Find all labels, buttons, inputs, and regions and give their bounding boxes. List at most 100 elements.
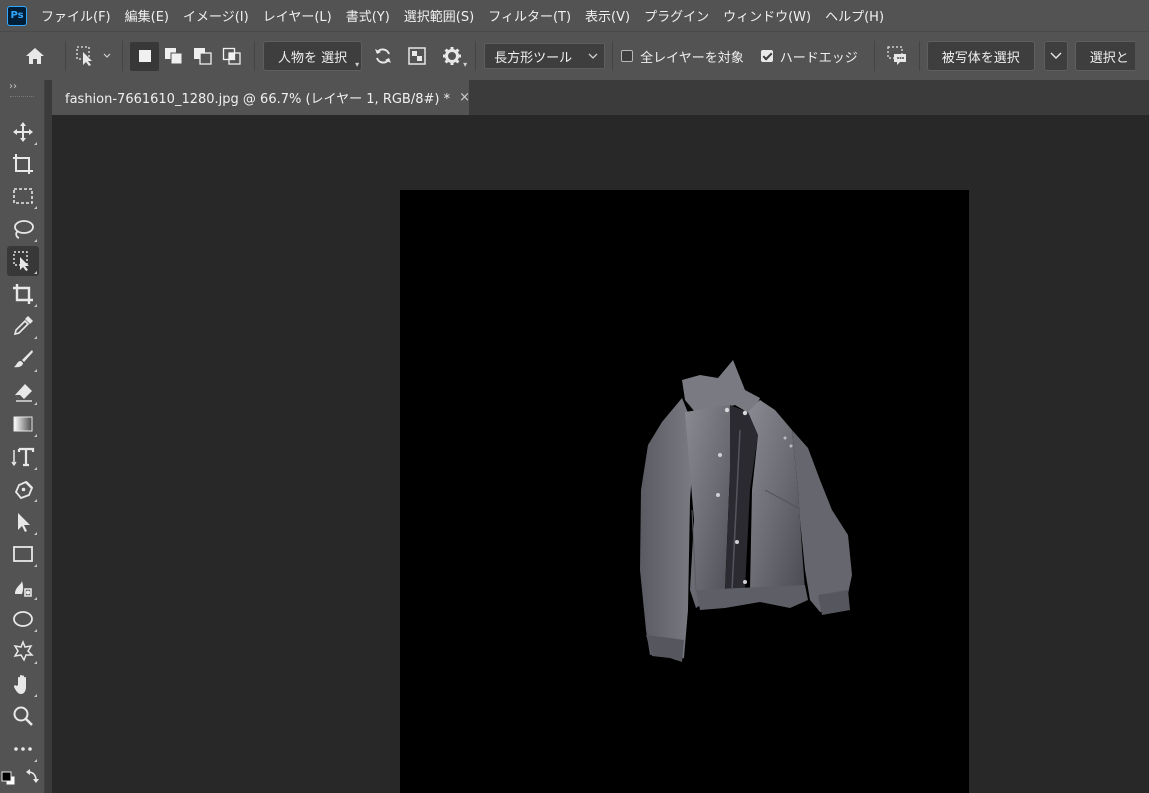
new-selection-button[interactable] bbox=[130, 41, 159, 71]
divider bbox=[65, 41, 66, 71]
pen-tool[interactable] bbox=[7, 474, 39, 504]
select-subject-button[interactable]: 被写体を選択 bbox=[926, 41, 1035, 71]
hard-edge-checkbox[interactable]: ハードエッジ bbox=[760, 47, 858, 66]
object-selection-icon bbox=[13, 251, 29, 271]
object-selection-tool[interactable] bbox=[7, 246, 39, 276]
tool-flyout-indicator bbox=[34, 434, 37, 437]
object-finder-overlay-button[interactable] bbox=[400, 41, 434, 71]
refresh-button[interactable] bbox=[366, 41, 400, 71]
tool-preset-picker[interactable] bbox=[71, 41, 117, 71]
paint-bucket-tool[interactable] bbox=[7, 572, 39, 602]
tool-flyout-indicator bbox=[34, 694, 37, 697]
path-selection-tool[interactable] bbox=[7, 507, 39, 537]
tool-flyout-indicator bbox=[34, 661, 37, 664]
tool-flyout-indicator bbox=[34, 564, 37, 567]
crop-tool[interactable] bbox=[7, 279, 39, 309]
rectangle-icon bbox=[13, 546, 33, 562]
tool-flyout-indicator bbox=[34, 467, 37, 470]
select-subject-dropdown[interactable] bbox=[1043, 41, 1068, 71]
chevron-down-icon: ▾ bbox=[355, 60, 360, 69]
hard-edge-box[interactable] bbox=[760, 50, 773, 62]
menu-type[interactable]: 書式(Y) bbox=[346, 6, 390, 25]
ellipse-tool[interactable] bbox=[7, 604, 39, 634]
document-tab[interactable]: fashion-7661610_1280.jpg @ 66.7% (レイヤー 1… bbox=[52, 80, 470, 115]
brush-icon bbox=[14, 350, 33, 368]
subtract-from-selection-button[interactable] bbox=[188, 42, 217, 71]
eraser-tool[interactable] bbox=[7, 377, 39, 407]
home-button[interactable] bbox=[10, 41, 60, 71]
move-icon bbox=[13, 122, 33, 142]
lasso-icon bbox=[14, 220, 34, 239]
type-tool[interactable] bbox=[7, 442, 39, 472]
menu-help[interactable]: ヘルプ(H) bbox=[825, 6, 884, 25]
hand-tool[interactable] bbox=[7, 669, 39, 699]
divider bbox=[873, 41, 875, 71]
refresh-icon bbox=[375, 48, 392, 64]
menu-plugins[interactable]: プラグイン bbox=[644, 6, 709, 25]
gradient-tool[interactable] bbox=[7, 409, 39, 439]
lasso-tool[interactable] bbox=[7, 214, 39, 244]
chevron-down-icon: ▾ bbox=[463, 60, 468, 69]
select-people-label: 人物を 選択 bbox=[278, 50, 348, 66]
ellipse-icon bbox=[13, 611, 33, 627]
home-icon bbox=[26, 48, 44, 64]
menu-window[interactable]: ウィンドウ(W) bbox=[723, 6, 811, 25]
add-to-selection-button[interactable] bbox=[159, 42, 188, 71]
hard-edge-label: ハードエッジ bbox=[779, 50, 858, 66]
rectangular-marquee-tool[interactable] bbox=[7, 181, 39, 211]
canvas-workspace[interactable] bbox=[52, 115, 1149, 793]
color-swatches[interactable] bbox=[0, 764, 45, 792]
divider bbox=[612, 41, 614, 71]
eyedropper-tool[interactable] bbox=[7, 311, 39, 341]
menu-filter[interactable]: フィルター(T) bbox=[488, 6, 571, 25]
edit-toolbar-button[interactable] bbox=[7, 734, 39, 764]
feedback-icon bbox=[887, 46, 906, 65]
menu-edit[interactable]: 編集(E) bbox=[125, 6, 169, 25]
tool-flyout-indicator bbox=[34, 239, 37, 242]
magnifier-icon bbox=[13, 706, 33, 726]
sample-all-layers-checkbox[interactable]: 全レイヤーを対象 bbox=[621, 47, 744, 66]
more-dots-icon bbox=[14, 747, 32, 751]
arrow-pointer-icon bbox=[18, 513, 30, 532]
new-selection-icon bbox=[138, 50, 151, 62]
feedback-button[interactable] bbox=[880, 41, 914, 71]
zoom-tool[interactable] bbox=[7, 701, 39, 731]
menu-select[interactable]: 選択範囲(S) bbox=[404, 6, 474, 25]
tool-flyout-indicator bbox=[34, 142, 37, 145]
tools-panel: ›› bbox=[0, 80, 45, 793]
tool-flyout-indicator bbox=[34, 597, 37, 600]
artboard-icon bbox=[13, 154, 33, 174]
settings-button[interactable]: ▾ bbox=[434, 41, 470, 71]
sample-all-layers-box[interactable] bbox=[621, 50, 634, 62]
panel-grip[interactable] bbox=[10, 96, 34, 104]
intersect-selection-icon bbox=[222, 47, 241, 65]
close-icon[interactable]: × bbox=[459, 90, 470, 105]
hand-icon bbox=[13, 674, 26, 694]
menu-view[interactable]: 表示(V) bbox=[585, 6, 630, 25]
panel-collapse-button[interactable]: ›› bbox=[0, 80, 44, 94]
mode-dropdown[interactable]: 長方形ツール bbox=[484, 43, 606, 69]
brush-tool[interactable] bbox=[7, 344, 39, 374]
foreground-background-color-icon bbox=[1, 769, 39, 786]
intersect-selection-button[interactable] bbox=[217, 42, 246, 71]
chevron-down-icon bbox=[588, 53, 598, 59]
pen-icon bbox=[14, 480, 34, 500]
move-tool[interactable] bbox=[7, 117, 39, 147]
tool-flyout-indicator bbox=[34, 369, 37, 372]
menu-layer[interactable]: レイヤー(L) bbox=[263, 6, 332, 25]
artboard-tool[interactable] bbox=[7, 149, 39, 179]
mode-value: 長方形ツール bbox=[494, 50, 573, 66]
panel-gutter bbox=[45, 80, 52, 793]
menu-file[interactable]: ファイル(F) bbox=[41, 6, 111, 25]
rectangle-tool[interactable] bbox=[7, 539, 39, 569]
document-canvas[interactable] bbox=[400, 190, 969, 793]
select-and-mask-button[interactable]: 選択と bbox=[1074, 41, 1135, 71]
custom-shape-tool[interactable] bbox=[7, 636, 39, 666]
photoshop-logo-icon: Ps bbox=[7, 5, 27, 26]
marquee-icon bbox=[13, 188, 33, 204]
divider bbox=[918, 41, 920, 71]
gear-icon bbox=[443, 47, 462, 65]
select-people-button[interactable]: 人物を 選択 ▾ bbox=[263, 41, 363, 71]
tool-flyout-indicator bbox=[34, 271, 37, 274]
menu-image[interactable]: イメージ(I) bbox=[183, 6, 249, 25]
